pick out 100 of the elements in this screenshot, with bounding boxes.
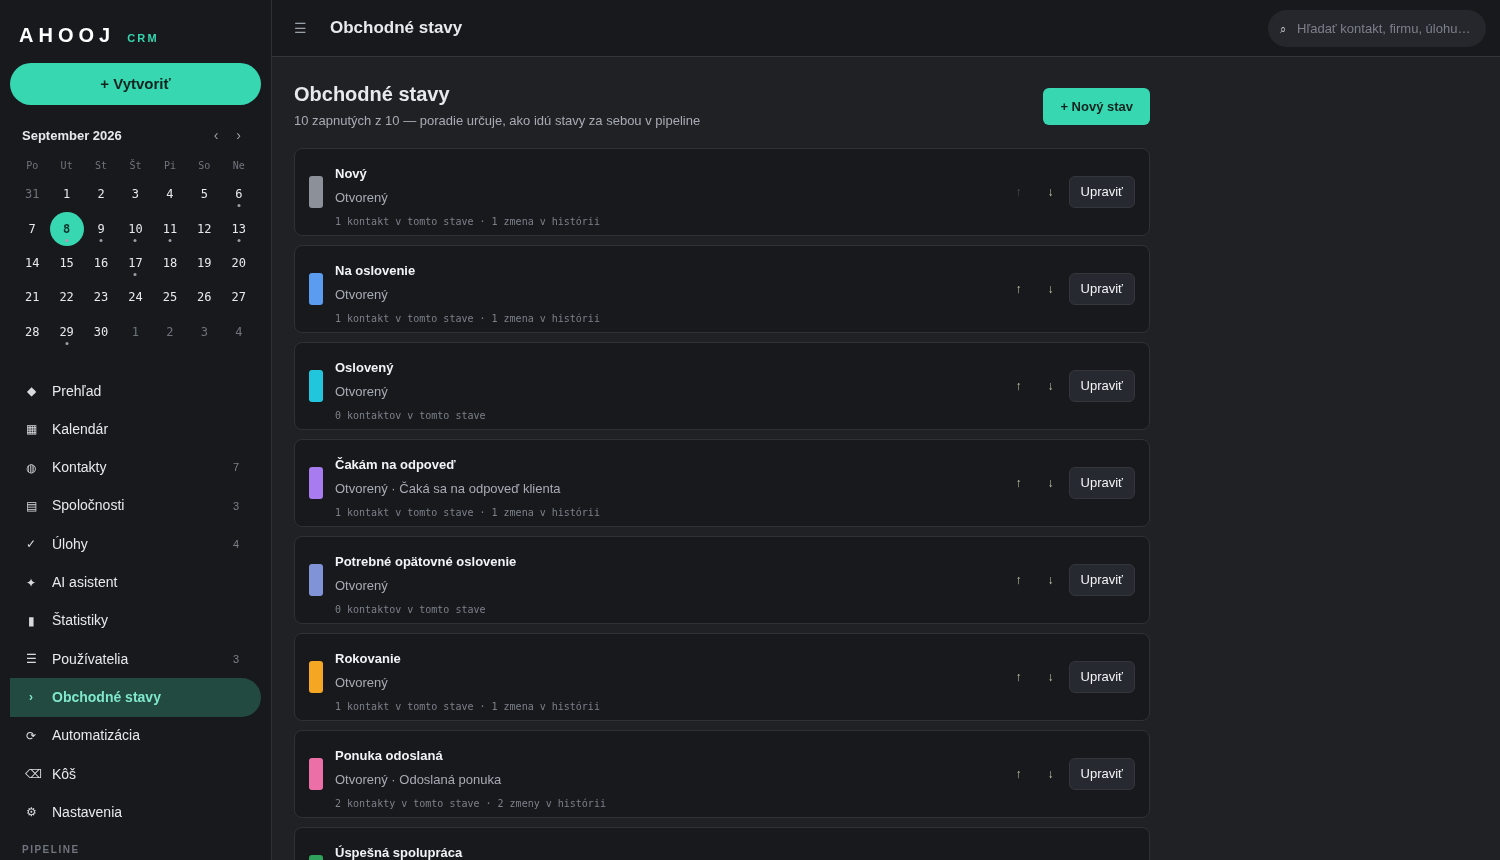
calendar-day[interactable]: 1 <box>118 314 153 349</box>
calendar-day[interactable]: 15 <box>49 245 84 280</box>
calendar-day[interactable]: 26 <box>187 280 222 315</box>
move-up-button[interactable]: ↑ <box>1008 570 1029 589</box>
stage-name: Čakám na odpoveď <box>335 455 457 474</box>
calendar-day[interactable]: 5 <box>187 177 222 212</box>
stage-stats: 1 kontakt v tomto stave · 1 zmena v histórii <box>335 214 600 229</box>
calendar-day[interactable]: 10 <box>118 211 153 246</box>
move-up-button: ↑ <box>1008 182 1029 201</box>
move-down-button[interactable]: ↓ <box>1040 667 1061 686</box>
new-stage-button[interactable]: + Nový stav <box>1043 88 1150 125</box>
search-icon: ⌕ <box>1280 20 1286 37</box>
weekday-label: Po <box>26 159 39 173</box>
calendar-day[interactable]: 25 <box>152 280 187 315</box>
move-up-button[interactable]: ↑ <box>1008 764 1029 783</box>
page-subtitle: 10 zapnutých z 10 — poradie určuje, ako idú stavy za sebou v pipeline <box>294 112 701 130</box>
previous-month-button[interactable]: ‹ <box>213 125 219 146</box>
move-down-button[interactable]: ↓ <box>1040 473 1061 492</box>
calendar-day[interactable]: 11 <box>152 211 187 246</box>
calendar-day[interactable]: 21 <box>15 280 50 315</box>
move-up-button[interactable]: ↑ <box>1008 279 1029 298</box>
calendar-day[interactable]: 17 <box>118 245 153 280</box>
calendar-day[interactable]: 30 <box>84 314 119 349</box>
create-button[interactable]: + Vytvoriť <box>10 63 261 105</box>
nav-icon: ⟳ <box>25 726 37 745</box>
nav-item[interactable]: ✦ AI asistent <box>10 563 261 602</box>
stage-status: Otvorený · Čaká sa na odpoveď klienta <box>335 480 562 498</box>
nav-item[interactable]: ✓ Úlohy 4 <box>10 525 261 564</box>
stage-status: Otvorený <box>335 674 389 692</box>
weekday-label: Pi <box>163 159 176 173</box>
calendar-day[interactable]: 3 <box>187 314 222 349</box>
page-title: Obchodné stavy <box>294 82 451 107</box>
calendar-day[interactable]: 29 <box>49 314 84 349</box>
stage-status: Otvorený <box>335 383 389 401</box>
edit-button[interactable]: Upraviť <box>1068 369 1135 402</box>
calendar-day[interactable]: 20 <box>221 245 256 280</box>
calendar-day[interactable]: 1 <box>49 177 84 212</box>
calendar-day[interactable]: 27 <box>221 280 256 315</box>
calendar-day[interactable]: 4 <box>152 177 187 212</box>
calendar-day[interactable]: 2 <box>84 177 119 212</box>
brand-logo: AHOOJ <box>19 23 116 48</box>
move-down-button[interactable]: ↓ <box>1040 279 1061 298</box>
stage-name: Úspešná spolupráca <box>335 843 463 860</box>
calendar-day[interactable]: 24 <box>118 280 153 315</box>
calendar-day[interactable]: 19 <box>187 245 222 280</box>
nav-icon: › <box>25 688 37 707</box>
edit-button[interactable]: Upraviť <box>1068 563 1135 596</box>
nav-icon: ▤ <box>25 497 37 515</box>
move-up-button[interactable]: ↑ <box>1008 473 1029 492</box>
next-month-button[interactable]: › <box>236 125 241 146</box>
calendar-month: September 2026 <box>22 126 122 145</box>
calendar-day[interactable]: 2 <box>152 314 187 349</box>
calendar-day[interactable]: 9 <box>84 211 119 246</box>
calendar-day[interactable]: 16 <box>84 245 119 280</box>
move-down-button[interactable]: ↓ <box>1040 182 1061 201</box>
move-up-button[interactable]: ↑ <box>1008 667 1029 686</box>
page-header-title: Obchodné stavy <box>330 17 463 40</box>
move-down-button[interactable]: ↓ <box>1040 764 1061 783</box>
calendar-day[interactable]: 18 <box>152 245 187 280</box>
calendar-day[interactable]: 7 <box>15 211 50 246</box>
nav-item[interactable]: ⌫ Kôš <box>10 754 261 794</box>
nav-item[interactable]: ☰ Používatelia 3 <box>10 640 261 679</box>
stage-stats: 1 kontakt v tomto stave · 1 zmena v histórii <box>335 505 600 520</box>
edit-button[interactable]: Upraviť <box>1068 175 1135 208</box>
edit-button[interactable]: Upraviť <box>1068 272 1135 305</box>
nav-count: 7 <box>232 460 239 476</box>
calendar-day[interactable]: 8 <box>49 211 84 246</box>
nav-icon: ✦ <box>25 573 37 592</box>
nav-item[interactable]: ▮ Štatistiky <box>10 601 261 641</box>
nav-item[interactable]: ⚙ Nastavenia <box>10 793 261 832</box>
move-down-button[interactable]: ↓ <box>1040 570 1061 589</box>
move-down-button[interactable]: ↓ <box>1040 376 1061 395</box>
calendar-day[interactable]: 22 <box>49 280 84 315</box>
edit-button[interactable]: Upraviť <box>1068 660 1135 693</box>
calendar-day[interactable]: 4 <box>221 314 256 349</box>
nav-icon: ▦ <box>25 420 37 439</box>
calendar-day[interactable]: 31 <box>15 177 50 212</box>
nav-count: 3 <box>232 651 239 667</box>
stage-name: Na oslovenie <box>335 261 417 280</box>
calendar-day[interactable]: 3 <box>118 177 153 212</box>
nav-item[interactable]: › Obchodné stavy <box>10 678 261 717</box>
weekday-label: Ut <box>60 159 73 173</box>
edit-button[interactable]: Upraviť <box>1068 757 1135 790</box>
nav-item[interactable]: ⟳ Automatizácia <box>10 716 261 755</box>
calendar-day[interactable]: 23 <box>84 280 119 315</box>
stage-name: Potrebné opätovné oslovenie <box>335 552 517 571</box>
calendar-day[interactable]: 14 <box>15 245 50 280</box>
calendar-day[interactable]: 28 <box>15 314 50 349</box>
weekday-label: So <box>198 159 211 173</box>
move-up-button[interactable]: ↑ <box>1008 376 1029 395</box>
nav-item[interactable]: ◆ Prehľad <box>10 371 261 411</box>
nav-item[interactable]: ▤ Spoločnosti 3 <box>10 486 261 526</box>
edit-button[interactable]: Upraviť <box>1068 466 1135 499</box>
calendar-day[interactable]: 13 <box>221 211 256 246</box>
stage-stats: 0 kontaktov v tomto stave <box>335 602 487 617</box>
calendar-day[interactable]: 6 <box>221 177 256 212</box>
calendar-day[interactable]: 12 <box>187 211 222 246</box>
weekday-label: St <box>95 159 108 173</box>
nav-item[interactable]: ▦ Kalendár <box>10 410 261 449</box>
nav-item[interactable]: ◍ Kontakty 7 <box>10 448 261 487</box>
